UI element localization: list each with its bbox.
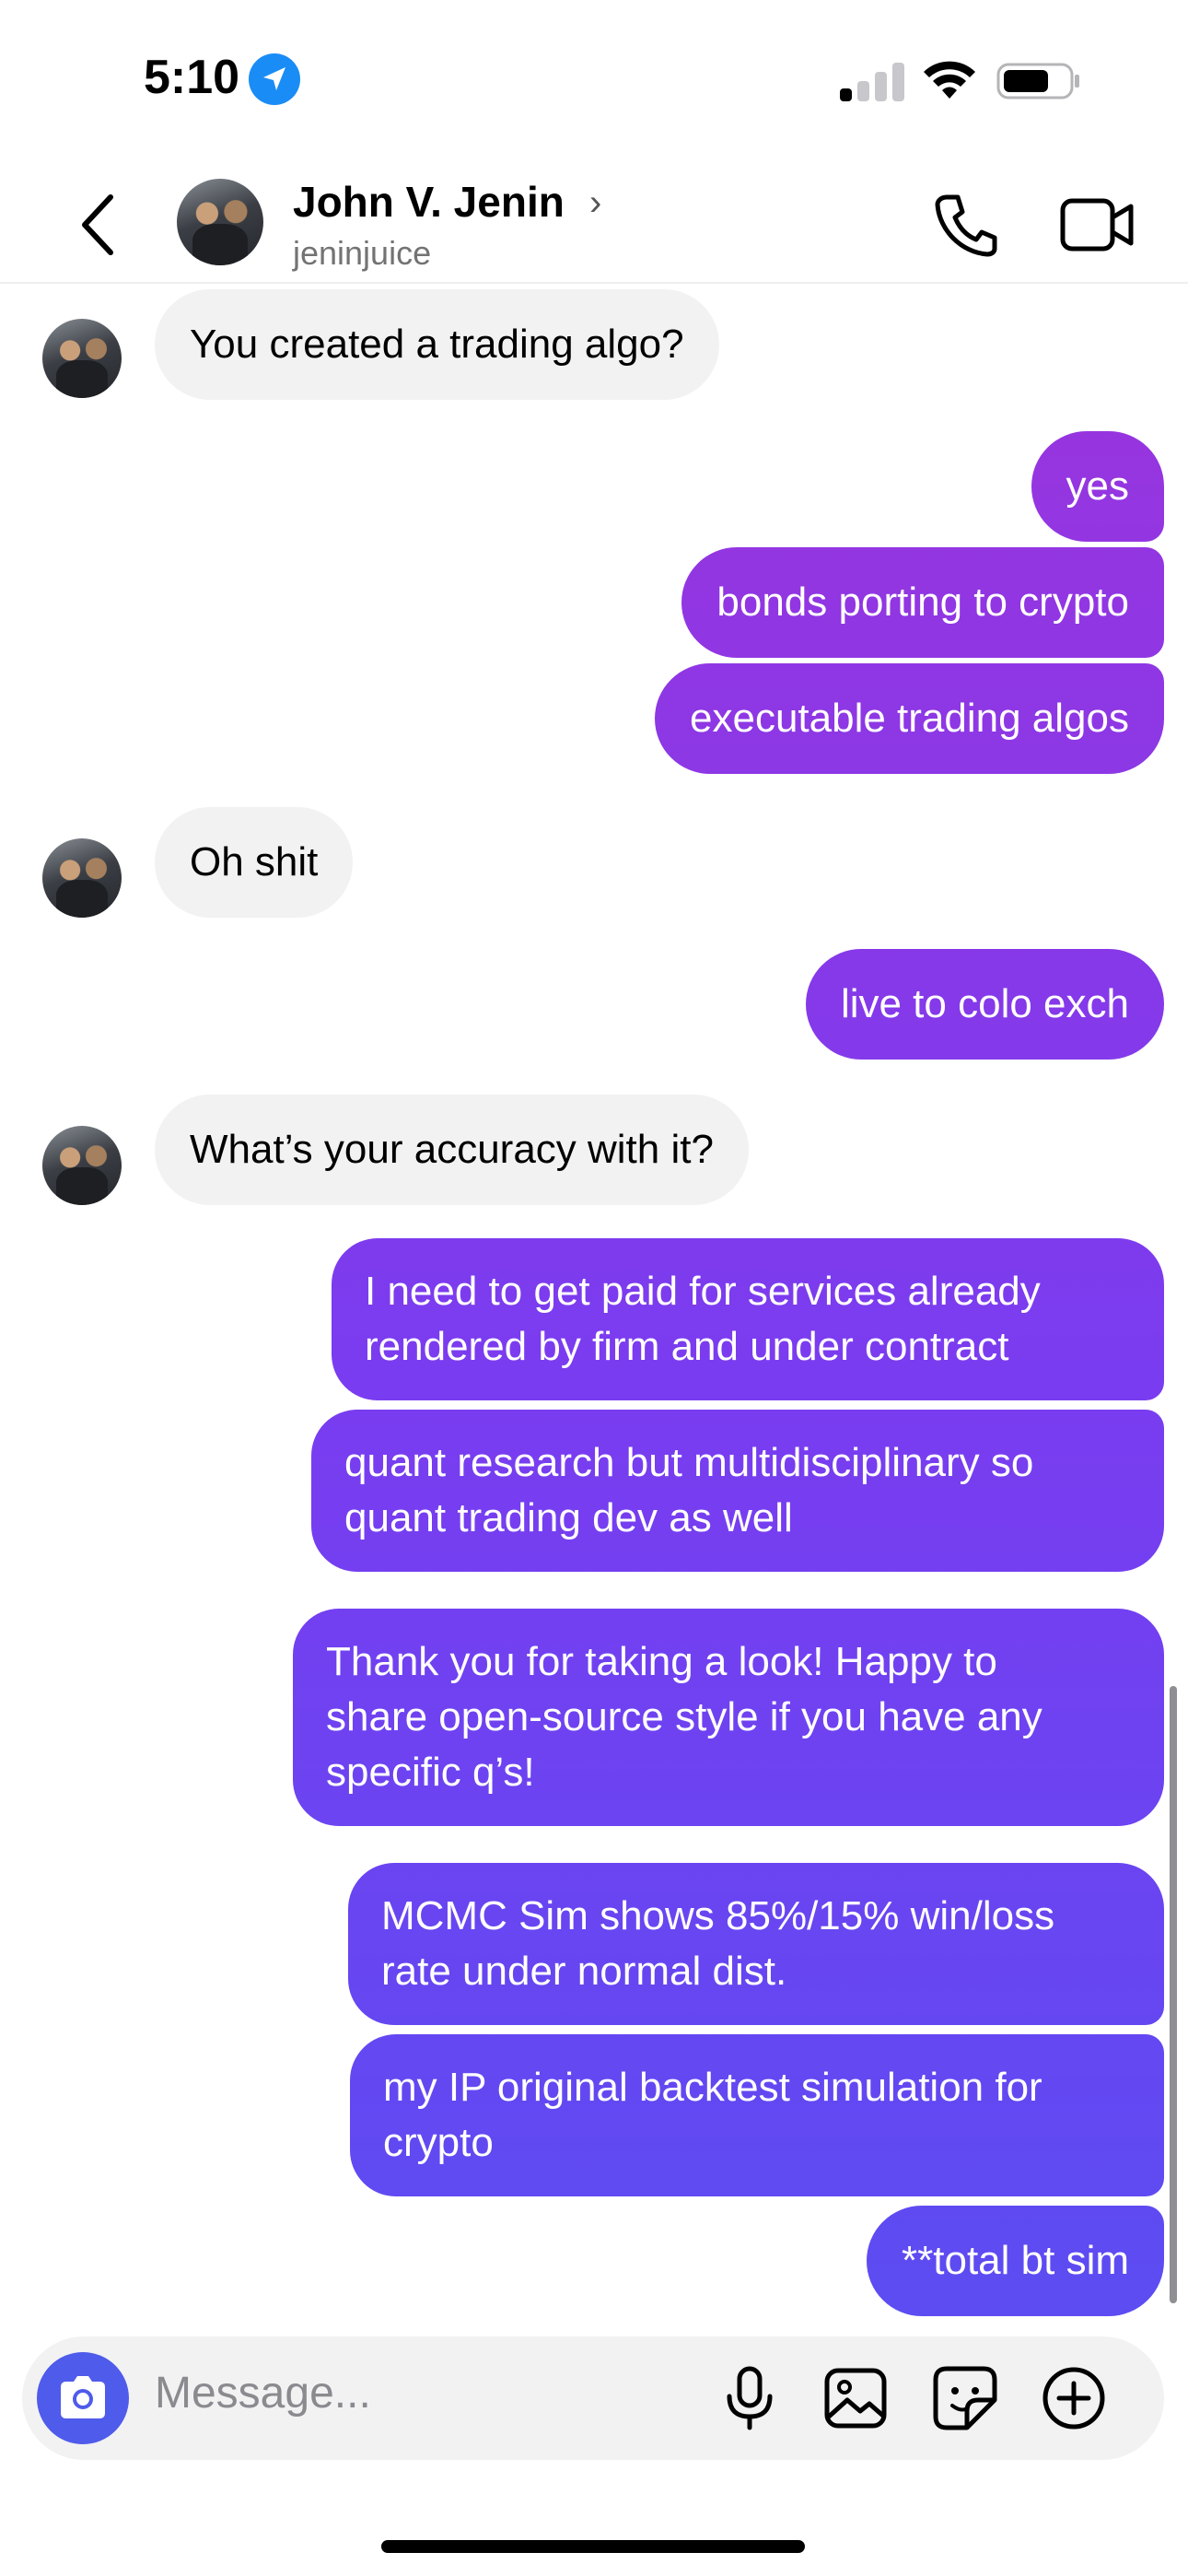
sticker-icon[interactable] [930,2363,1000,2433]
message-bubble-incoming[interactable]: Oh shit [155,807,354,918]
contact-username: jeninjuice [293,234,432,272]
header-divider [0,282,1188,284]
phone-icon[interactable] [930,190,1000,260]
image-gallery-icon[interactable] [821,2363,891,2433]
scrollbar[interactable] [1170,1686,1177,2303]
avatar[interactable] [177,179,263,265]
message-bubble-incoming[interactable]: What’s your accuracy with it? [155,1095,749,1205]
plus-circle-icon[interactable] [1039,2363,1109,2433]
contact-name[interactable]: John V. Jenin [293,177,565,227]
camera-icon [61,2376,105,2418]
message-bubble-incoming[interactable]: You created a trading algo? [155,289,719,400]
microphone-icon[interactable] [715,2363,785,2433]
cellular-signal-icon [840,61,906,101]
camera-button[interactable] [37,2352,129,2444]
chevron-right-icon[interactable]: › [589,182,601,224]
wifi-icon [921,57,978,101]
message-bubble-outgoing[interactable]: yes [1031,431,1164,542]
message-bubble-outgoing[interactable]: quant research but multidisciplinary so … [311,1410,1164,1572]
home-indicator[interactable] [381,2540,805,2553]
message-bubble-outgoing[interactable]: bonds porting to crypto [681,547,1164,658]
battery-icon [996,61,1081,101]
message-bubble-outgoing[interactable]: my IP original backtest simulation for c… [350,2034,1164,2196]
message-bubble-outgoing[interactable]: MCMC Sim shows 85%/15% win/loss rate und… [348,1863,1164,2025]
message-bubble-outgoing[interactable]: live to colo exch [805,949,1164,1060]
sender-avatar[interactable] [42,319,122,398]
video-camera-icon[interactable] [1059,193,1136,256]
message-bubble-outgoing[interactable]: Thank you for taking a look! Happy to sh… [293,1609,1164,1826]
chevron-left-icon [82,194,113,255]
message-bubble-outgoing[interactable]: I need to get paid for services already … [332,1238,1164,1400]
status-time: 5:10 [144,51,240,104]
message-bubble-outgoing[interactable]: executable trading algos [655,663,1164,774]
sender-avatar[interactable] [42,838,122,918]
location-arrow-icon [249,53,300,105]
message-input[interactable]: Message... [155,2368,371,2418]
message-bubble-outgoing[interactable]: **total bt sim [867,2206,1164,2316]
back-button[interactable] [72,188,123,262]
sender-avatar[interactable] [42,1126,122,1205]
